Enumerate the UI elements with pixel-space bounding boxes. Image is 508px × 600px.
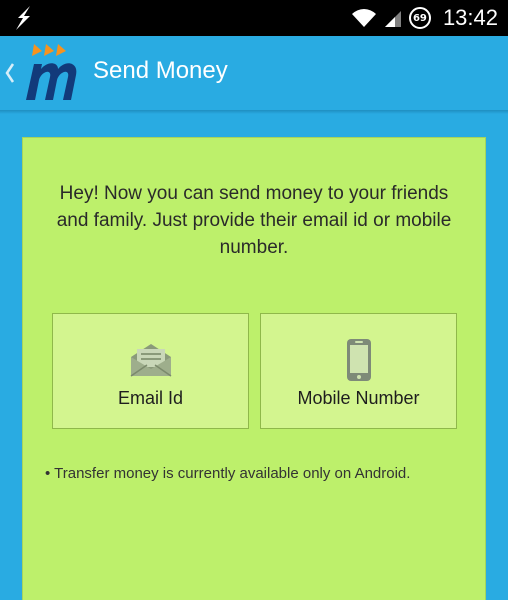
battery-icon: 69 (408, 7, 431, 29)
status-bar: 69 13:42 (0, 0, 508, 36)
page-title: Send Money (93, 57, 228, 84)
mobile-number-label: Mobile Number (297, 388, 420, 408)
signal-icon (384, 11, 401, 27)
phone-icon (345, 338, 373, 382)
envelope-icon (130, 338, 172, 382)
email-id-option-button[interactable]: Email Id (52, 313, 249, 429)
intro-text: Hey! Now you can send money to your frie… (56, 183, 452, 258)
app-bar-shadow (0, 110, 508, 114)
mobile-number-option-button[interactable]: Mobile Number (260, 313, 457, 429)
status-icons: 69 13:42 (351, 0, 498, 36)
app-bar: Send Money (0, 36, 508, 110)
availability-note: • Transfer money is currently available … (45, 465, 411, 482)
wifi-icon (351, 9, 376, 27)
usb-debug-icon (16, 6, 30, 30)
chevron-left-icon[interactable] (4, 58, 16, 88)
status-time: 13:42 (442, 5, 498, 30)
mobikwik-logo[interactable] (20, 42, 86, 104)
send-money-card: Hey! Now you can send money to your frie… (22, 137, 486, 600)
email-id-label: Email Id (117, 388, 184, 408)
battery-level: 69 (412, 12, 427, 24)
